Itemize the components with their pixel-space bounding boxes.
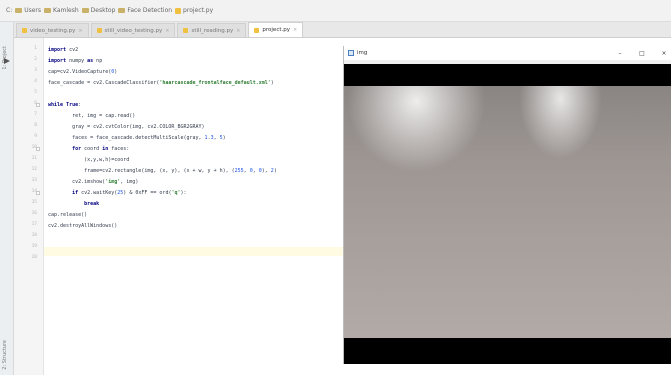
tab-label: project.py [262, 27, 290, 33]
image-window-titlebar[interactable]: img – □ × [344, 46, 671, 60]
folder-icon [15, 8, 23, 13]
code-area[interactable]: import cv2 import numpy as np cap=cv2.Vide… [48, 38, 378, 375]
code-line[interactable]: ret, img = cap.read() [48, 112, 135, 121]
code-line[interactable]: cap.release() [48, 211, 87, 220]
project-tool-label[interactable]: 1: Project [2, 46, 8, 70]
line-number: 18 [31, 233, 37, 238]
breadcrumb-label: C: [6, 7, 13, 14]
image-window-title: img [357, 50, 368, 56]
code-line[interactable]: face_cascade = cv2.CascadeClassifier('ha… [48, 79, 274, 88]
line-number: 16 [31, 211, 37, 216]
code-line[interactable]: cap=cv2.VideoCapture(0) [48, 68, 117, 77]
code-line[interactable]: frame=cv2.rectangle(img, (x, y), (x + w,… [48, 167, 277, 176]
fold-marker-icon[interactable] [36, 103, 40, 107]
breadcrumb-item[interactable]: Face Detection [118, 7, 172, 14]
code-line[interactable]: import numpy as np [48, 57, 102, 66]
code-line[interactable]: cv2.imshow('img', img) [48, 178, 138, 187]
close-tab-icon[interactable]: × [165, 28, 169, 34]
minimize-button[interactable]: – [616, 50, 624, 57]
line-number: 3 [34, 68, 37, 73]
line-number: 15 [31, 200, 37, 205]
editor-tab[interactable]: still_reading.py × [177, 23, 247, 37]
breadcrumb-label: Desktop [90, 7, 116, 14]
tab-label: video_testing.py [30, 27, 76, 34]
code-line[interactable]: if cv2.waitKey(25) & 0xFF == ord('q'): [48, 189, 186, 198]
webcam-frame-image [344, 86, 671, 338]
line-number: 4 [34, 79, 37, 84]
folder-icon [81, 8, 89, 13]
editor-tab[interactable]: project.py × [248, 22, 304, 37]
code-line[interactable]: gray = cv2.cvtColor(img, cv2.COLOR_BGR2G… [48, 123, 204, 132]
line-number: 8 [34, 123, 37, 128]
window-icon [348, 50, 354, 56]
breadcrumb-item[interactable]: Users [15, 7, 41, 14]
breadcrumb-item[interactable]: Kamlesh [44, 7, 79, 14]
line-number: 12 [31, 167, 37, 172]
line-number: 7 [34, 112, 37, 117]
breadcrumb: C: Users Kamlesh Desktop Face Detection proje… [0, 0, 671, 22]
breadcrumb-item[interactable]: C: [6, 7, 12, 14]
line-number: 11 [31, 156, 37, 161]
code-line[interactable]: faces = face_cascade.detectMultiScale(gr… [48, 134, 226, 143]
line-number: 9 [34, 134, 37, 139]
code-line[interactable]: break [48, 200, 99, 209]
python-file-icon [183, 28, 189, 33]
editor-tab[interactable]: still_video_testing.py × [90, 23, 176, 37]
code-line[interactable]: import cv2 [48, 46, 78, 55]
maximize-button[interactable]: □ [638, 50, 646, 57]
python-file-icon [175, 7, 182, 14]
code-line[interactable]: cv2.destroyAllWindows() [48, 222, 117, 231]
line-number: 20 [31, 255, 37, 260]
line-number: 13 [31, 178, 37, 183]
folder-icon [118, 8, 126, 13]
image-status-bar [344, 338, 671, 364]
close-tab-icon[interactable]: × [236, 28, 240, 34]
python-file-icon [96, 28, 102, 33]
tool-window-strip: 1: Project 2: Structure [0, 22, 14, 375]
code-line[interactable]: (x,y,w,h)=coord [48, 156, 129, 165]
breadcrumb-item[interactable]: project.py [175, 7, 213, 14]
breadcrumb-label: Users [24, 7, 42, 14]
fold-marker-icon[interactable] [36, 147, 40, 151]
code-line[interactable]: while True: [48, 101, 81, 110]
breadcrumb-label: Kamlesh [53, 7, 79, 14]
code-line[interactable]: for coord in faces: [48, 145, 129, 154]
tab-label: still_video_testing.py [104, 27, 163, 34]
structure-tool-label[interactable]: 2: Structure [2, 340, 8, 370]
tab-label: still_reading.py [191, 27, 234, 34]
editor-tab[interactable]: video_testing.py × [16, 23, 89, 37]
breadcrumb-label: Face Detection [127, 7, 173, 14]
line-number: 19 [31, 244, 37, 249]
breadcrumb-item[interactable]: Desktop [81, 7, 116, 14]
line-number: 5 [34, 90, 37, 95]
folder-icon [44, 8, 52, 13]
image-window-toolbar [344, 60, 671, 64]
fold-marker-icon[interactable] [36, 191, 40, 195]
line-number-gutter: 1234567891011121314151617181920 [14, 38, 44, 375]
line-number: 1 [34, 46, 37, 51]
close-tab-icon[interactable]: × [78, 28, 82, 34]
line-number: 2 [34, 57, 37, 62]
editor-tab-bar: video_testing.py × still_video_testing.py ×… [14, 22, 671, 38]
close-tab-icon[interactable]: × [293, 27, 297, 33]
python-file-icon [22, 28, 27, 33]
opencv-image-window[interactable]: img – □ × [343, 46, 671, 364]
python-file-icon [254, 27, 260, 33]
breadcrumb-label: project.py [183, 7, 214, 14]
close-button[interactable]: × [660, 50, 668, 57]
line-number: 17 [31, 222, 37, 227]
